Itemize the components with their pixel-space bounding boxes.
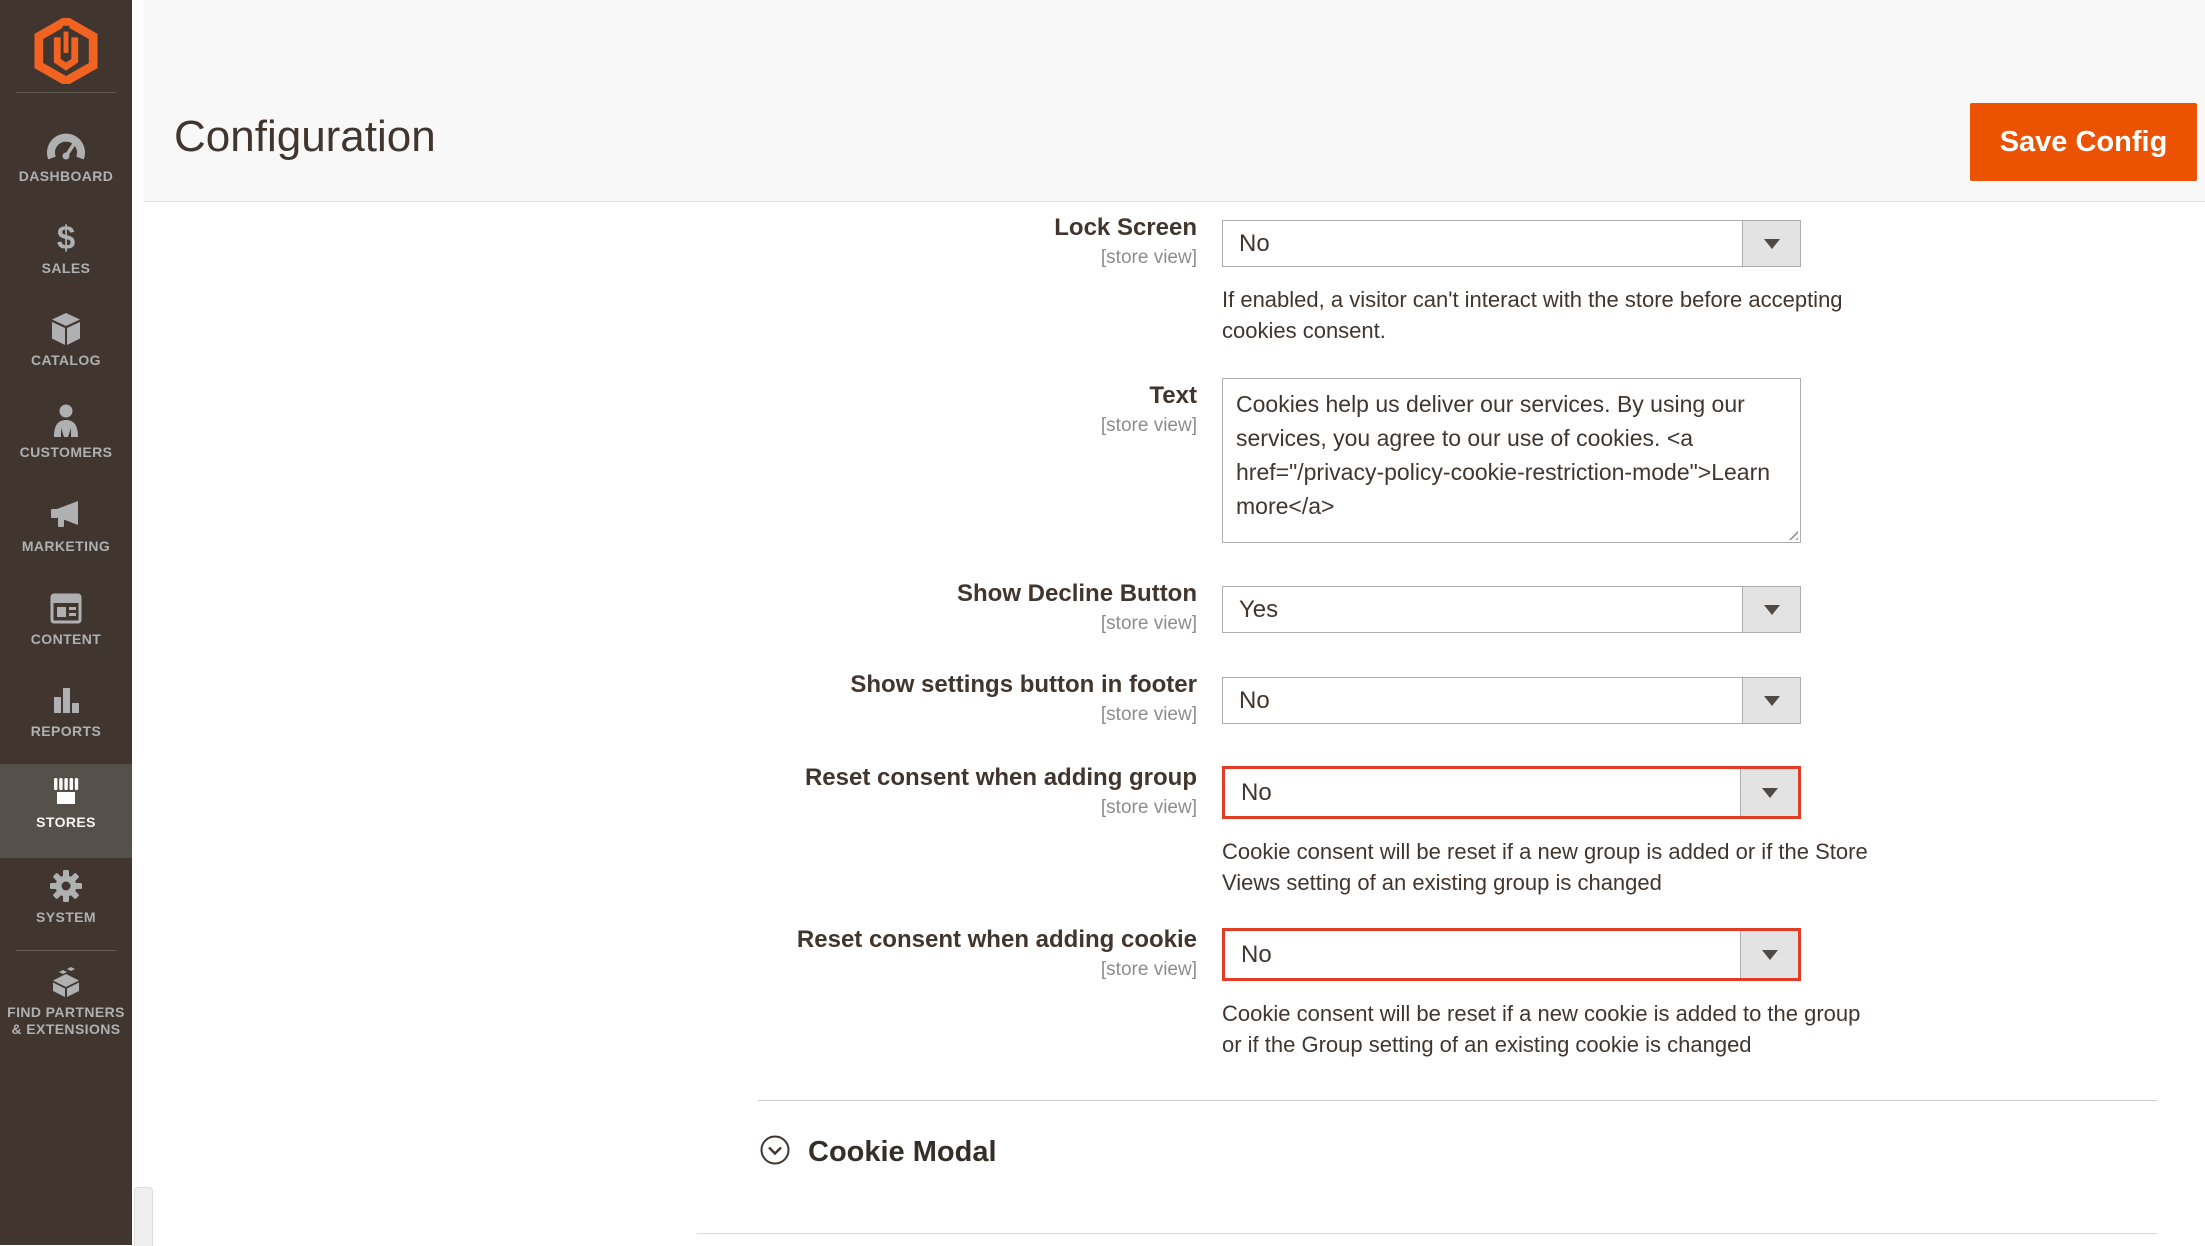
magento-logo[interactable] — [0, 15, 132, 89]
sidebar-item-find-partners[interactable]: FIND PARTNERS & EXTENSIONS — [0, 962, 132, 1038]
content-window-icon — [0, 589, 132, 627]
sidebar-item-label: CUSTOMERS — [19, 444, 113, 460]
select-arrow — [1740, 769, 1798, 816]
sidebar-item-label: FIND PARTNERS & EXTENSIONS — [7, 1004, 125, 1037]
sidebar-content-gutter — [132, 0, 144, 1245]
field-label-reset-cookie: Reset consent when adding cookie [store … — [600, 926, 1197, 981]
next-section-divider — [697, 1233, 2157, 1234]
sidebar-item-dashboard[interactable]: DASHBOARD — [0, 126, 132, 185]
sidebar-item-label: CONTENT — [30, 631, 102, 647]
select-value: No — [1239, 686, 1270, 714]
magento-logo-icon — [34, 15, 98, 88]
page-header: Configuration Save Config — [144, 0, 2205, 202]
sidebar-item-label: SYSTEM — [36, 909, 96, 925]
cookie-modal-section-toggle[interactable]: Cookie Modal — [759, 1134, 997, 1171]
customers-person-icon — [0, 402, 132, 440]
save-config-button[interactable]: Save Config — [1970, 103, 2197, 181]
field-scope-label: [store view] — [1100, 613, 1197, 634]
field-label-show-decline: Show Decline Button [store view] — [600, 580, 1197, 635]
select-arrow — [1742, 221, 1800, 266]
sidebar-item-label: MARKETING — [21, 538, 111, 554]
field-label-text: Show settings button in footer — [850, 671, 1197, 698]
field-scope-label: [store view] — [1100, 415, 1197, 436]
reset-group-note: Cookie consent will be reset if a new gr… — [1222, 839, 1868, 895]
sidebar-item-label: DASHBOARD — [18, 168, 114, 184]
sidebar-divider-bottom — [16, 950, 116, 951]
caret-down-icon — [1761, 787, 1778, 798]
sidebar-item-catalog[interactable]: CATALOG — [0, 310, 132, 369]
sidebar-item-reports[interactable]: REPORTS — [0, 681, 132, 740]
field-settings-footer: No — [1222, 677, 1801, 724]
sidebar-divider-top — [16, 92, 116, 93]
field-label-settings-footer: Show settings button in footer [store vi… — [600, 671, 1197, 726]
select-arrow — [1740, 931, 1798, 978]
dashboard-gauge-icon — [0, 126, 132, 164]
show-decline-select[interactable]: Yes — [1222, 586, 1801, 633]
select-arrow — [1742, 678, 1800, 723]
cookie-text-textarea[interactable]: Cookies help us deliver our services. By… — [1222, 378, 1801, 543]
stores-storefront-icon — [0, 772, 132, 810]
field-scope-label: [store view] — [1100, 959, 1197, 980]
select-arrow — [1742, 587, 1800, 632]
sidebar-item-label: SALES — [41, 260, 91, 276]
select-value: No — [1239, 229, 1270, 257]
field-label-text: Text — [1149, 382, 1197, 409]
field-label-text: Reset consent when adding group — [804, 764, 1197, 791]
field-show-decline: Yes — [1222, 586, 1801, 633]
chevron-down-circle-icon — [759, 1134, 791, 1171]
field-label-lock-screen: Lock Screen [store view] — [600, 214, 1197, 269]
lock-screen-select[interactable]: No — [1222, 220, 1801, 267]
field-scope-label: [store view] — [1100, 704, 1197, 725]
sidebar-item-marketing[interactable]: MARKETING — [0, 496, 132, 555]
sales-dollar-icon: $ — [56, 218, 76, 256]
reset-cookie-note: Cookie consent will be reset if a new co… — [1222, 1001, 1861, 1057]
reset-group-select[interactable]: No — [1222, 766, 1801, 819]
system-gear-icon — [0, 867, 132, 905]
settings-footer-select[interactable]: No — [1222, 677, 1801, 724]
cookie-modal-section-title: Cookie Modal — [808, 1136, 997, 1168]
reset-cookie-select[interactable]: No — [1222, 928, 1801, 981]
select-value: No — [1241, 778, 1272, 806]
sidebar-item-system[interactable]: SYSTEM — [0, 867, 132, 926]
sidebar-item-content[interactable]: CONTENT — [0, 589, 132, 648]
admin-sidebar: DASHBOARD $ SALES CATALOG CUSTOMERS MARK… — [0, 0, 132, 1245]
caret-down-icon — [1763, 238, 1780, 249]
page-title: Configuration — [174, 112, 436, 161]
field-label-text: Show Decline Button — [957, 580, 1197, 607]
sidebar-item-customers[interactable]: CUSTOMERS — [0, 402, 132, 461]
sidebar-item-label: CATALOG — [31, 352, 101, 368]
field-text: Cookies help us deliver our services. By… — [1222, 378, 1801, 543]
field-scope-label: [store view] — [1100, 247, 1197, 268]
left-scrollbar-thumb[interactable] — [134, 1187, 153, 1246]
field-label-text: Reset consent when adding cookie — [796, 926, 1197, 953]
field-label-text: Lock Screen — [1054, 214, 1197, 241]
find-partners-lego-icon — [0, 962, 132, 1000]
reports-bar-chart-icon — [0, 681, 132, 719]
field-label-reset-group: Reset consent when adding group [store v… — [600, 764, 1197, 819]
caret-down-icon — [1763, 695, 1780, 706]
field-lock-screen: No — [1222, 220, 1801, 267]
field-scope-label: [store view] — [1100, 797, 1197, 818]
section-divider — [758, 1100, 2157, 1101]
field-label-text: Text [store view] — [600, 382, 1197, 437]
select-value: Yes — [1239, 595, 1279, 623]
sidebar-item-sales[interactable]: $ SALES — [0, 218, 132, 277]
catalog-box-icon — [0, 310, 132, 348]
sidebar-item-label: STORES — [36, 814, 96, 830]
marketing-megaphone-icon — [0, 496, 132, 534]
select-value: No — [1241, 940, 1272, 968]
sidebar-item-label: REPORTS — [30, 723, 102, 739]
caret-down-icon — [1763, 604, 1780, 615]
field-reset-group: No — [1222, 766, 1801, 819]
field-reset-cookie: No — [1222, 928, 1801, 981]
lock-screen-note: If enabled, a visitor can't interact wit… — [1222, 287, 1843, 343]
caret-down-icon — [1761, 949, 1778, 960]
sidebar-item-stores[interactable]: STORES — [0, 772, 132, 831]
